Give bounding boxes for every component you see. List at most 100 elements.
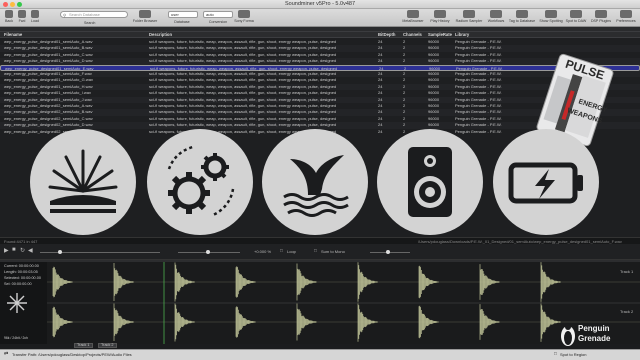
search-icon: ⚲ xyxy=(63,13,67,18)
conversion-select[interactable]: auto xyxy=(203,11,233,18)
waveform-burst xyxy=(357,262,378,302)
track-1-label: Track 1 xyxy=(620,269,634,274)
waveform-burst xyxy=(235,306,256,338)
dsp-icon xyxy=(595,10,607,18)
loop-icon[interactable]: ↻ xyxy=(20,247,25,254)
waveform-burst xyxy=(235,266,256,298)
folder-browser-button[interactable]: Folder Browser xyxy=(128,10,162,26)
status-bar: Found:4471 in 447 /Users/pdouglass/Downl… xyxy=(0,237,640,244)
col-bitdepth[interactable]: BitDepth xyxy=(378,32,395,38)
transfer-icon[interactable]: ⇄ xyxy=(4,351,8,357)
gear-icon xyxy=(620,10,632,18)
workflows-button[interactable]: Workflows xyxy=(485,10,507,26)
length-time: Length: 00:00:03.05 xyxy=(4,270,38,274)
track-1-button[interactable]: Track 1 xyxy=(74,343,93,348)
waveform-burst xyxy=(479,304,500,340)
brand-name-2: Grenade xyxy=(578,334,611,343)
table-cell: Penguin Grenade - P.E.W. xyxy=(455,58,502,64)
folder-icon xyxy=(139,10,151,18)
brand-name-1: Penguin xyxy=(578,324,610,333)
sparkle-icon xyxy=(7,293,27,313)
current-time: Current: 00:00:00.00 xyxy=(4,264,39,268)
sony-forma-button[interactable]: Sony Forma xyxy=(232,10,256,26)
loop-checkbox[interactable]: □ xyxy=(280,248,283,253)
plugin-icon xyxy=(238,10,250,18)
toolbar: Back Fwd Load ⚲ Search Database Search Fo… xyxy=(0,9,640,27)
gain-slider[interactable] xyxy=(370,252,410,253)
table-cell: sci-fi weapons, future, futuristic, weap… xyxy=(149,58,337,64)
load-icon xyxy=(31,10,39,18)
col-samplerate[interactable]: SampleRate xyxy=(428,32,452,38)
waveform-burst xyxy=(52,306,73,338)
sampler-icon xyxy=(463,10,475,18)
col-library[interactable]: Library xyxy=(455,32,469,38)
preferences-button[interactable]: Preferences xyxy=(614,10,638,26)
waveform-burst xyxy=(174,262,195,302)
waveform-burst xyxy=(540,302,561,342)
penguin-logo-icon xyxy=(561,324,575,346)
track-2-button[interactable]: Track 2 xyxy=(98,343,117,348)
burst-icon-circle xyxy=(30,129,136,235)
col-channels[interactable]: Channels xyxy=(403,32,422,38)
pitch-knob[interactable] xyxy=(206,250,210,254)
waveform-burst xyxy=(296,303,317,341)
gears-icon xyxy=(167,145,235,217)
play-history-button[interactable]: Play History xyxy=(428,10,452,26)
waveform-burst xyxy=(540,262,561,302)
radium-sampler-button[interactable]: Radium Sampler xyxy=(455,10,483,26)
history-icon xyxy=(434,10,446,18)
spotting-icon xyxy=(545,10,557,18)
sum-to-mono-checkbox[interactable]: □ xyxy=(314,248,317,253)
burst-icon xyxy=(48,149,118,213)
spot-checkbox[interactable]: □ xyxy=(554,351,557,356)
load-button[interactable]: Load xyxy=(29,10,41,26)
search-label: Search xyxy=(84,21,96,25)
zoom-readout: +0.000 % xyxy=(254,249,272,254)
waveform-burst xyxy=(296,263,317,301)
loop-label: Loop xyxy=(287,249,296,254)
table-cell: wep_energy_pulse_designed01_semiAuto_D.w… xyxy=(4,58,93,64)
waveform-burst xyxy=(113,303,134,341)
waveform-burst xyxy=(479,264,500,300)
dsp-plugins-button[interactable]: DSP Plugins xyxy=(589,10,613,26)
daw-icon xyxy=(570,10,582,18)
transport-bar: ▶ ■ ↻ ◀ +0.000 % □ Loop □ Sum to Mono xyxy=(0,244,640,260)
tag-icon xyxy=(516,10,528,18)
volume-knob[interactable] xyxy=(58,250,62,254)
track-2-label: Track 2 xyxy=(620,309,634,314)
metabrowser-button[interactable]: MetaBrowser xyxy=(402,10,424,26)
battery-charge-icon xyxy=(508,162,583,204)
waveform-burst xyxy=(418,305,439,339)
database-select[interactable]: user xyxy=(168,11,198,18)
brand-logo: Penguin Grenade xyxy=(560,320,620,348)
table-cell: 2 xyxy=(403,58,406,64)
tag-to-database-button[interactable]: Tag to Database xyxy=(507,10,537,26)
show-spotting-button[interactable]: Show Spotting xyxy=(538,10,564,26)
app-window: Soundminer v5Pro - 5.0v487 Back Fwd Load… xyxy=(0,0,640,360)
table-header: Filename Description BitDepth Channels S… xyxy=(0,32,640,38)
whale-tail-icon-circle xyxy=(262,129,368,235)
waveform-view[interactable] xyxy=(47,262,640,344)
speaker-icon-circle xyxy=(377,129,483,235)
metabrowser-icon xyxy=(407,10,419,18)
rewind-icon[interactable]: ◀ xyxy=(28,247,33,254)
spot-to-daw-button[interactable]: Spot to DAW xyxy=(564,10,588,26)
forward-icon xyxy=(18,10,26,18)
table-cell: 96000 xyxy=(428,58,440,64)
play-icon[interactable]: ▶ xyxy=(4,247,9,254)
whale-tail-icon xyxy=(283,155,349,217)
search-input[interactable]: ⚲ Search Database xyxy=(60,11,128,18)
stop-icon[interactable]: ■ xyxy=(12,247,16,253)
database-label: Database xyxy=(174,20,190,24)
gain-knob[interactable] xyxy=(386,250,390,254)
battery-charge-icon-circle xyxy=(493,129,599,235)
back-button[interactable]: Back xyxy=(3,10,15,26)
window-title: Soundminer v5Pro - 5.0v487 xyxy=(284,1,355,7)
speaker-icon xyxy=(408,147,452,217)
forward-button[interactable]: Fwd xyxy=(16,10,28,26)
col-filename[interactable]: Filename xyxy=(4,32,22,38)
col-description[interactable]: Description xyxy=(149,32,172,38)
conversion-label: Conversion xyxy=(208,20,228,24)
selection-time: Sel: 00:00:00.00 xyxy=(4,282,32,286)
waveform-burst xyxy=(174,302,195,342)
